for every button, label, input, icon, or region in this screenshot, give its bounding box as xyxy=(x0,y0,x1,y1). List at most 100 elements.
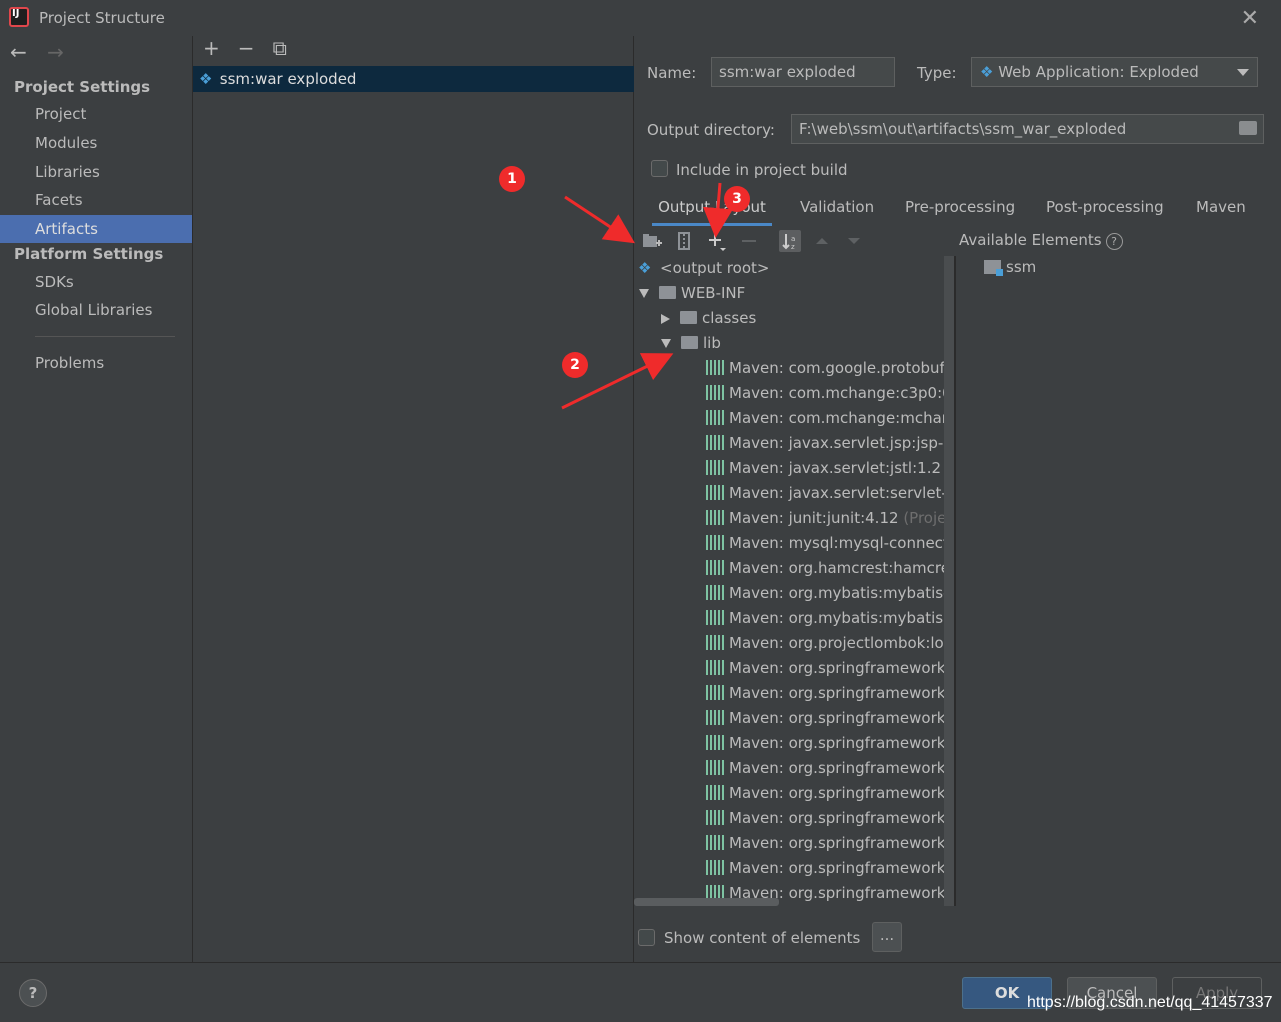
annotation-marker-3: 3 xyxy=(724,186,750,212)
library-icon xyxy=(706,785,724,800)
add-artifact-icon[interactable]: + xyxy=(203,36,233,60)
show-content-options-button[interactable]: ... xyxy=(872,922,902,952)
tree-node-classes[interactable]: classes xyxy=(661,306,756,331)
expand-arrow-icon[interactable] xyxy=(661,339,671,348)
type-combobox[interactable]: ❖ Web Application: Exploded xyxy=(971,57,1258,87)
expand-arrow-icon[interactable] xyxy=(639,289,649,298)
folder-icon xyxy=(681,336,698,349)
add-copy-icon[interactable] xyxy=(706,230,728,252)
lib-entry[interactable]: Maven: org.springframework:sp xyxy=(706,731,956,756)
include-in-build-checkbox[interactable] xyxy=(651,160,668,177)
lib-entry[interactable]: Maven: javax.servlet:jstl:1.2 (Pro xyxy=(706,456,956,481)
include-in-build-label: Include in project build xyxy=(676,161,848,179)
library-icon xyxy=(706,535,724,550)
library-icon xyxy=(706,385,724,400)
lib-entry[interactable]: Maven: org.springframework:sp xyxy=(706,781,956,806)
lib-entry[interactable]: Maven: junit:junit:4.12 (Project l xyxy=(706,506,956,531)
lib-entry-label: Maven: javax.servlet:servlet-api xyxy=(729,484,956,502)
move-up-icon[interactable] xyxy=(811,230,833,252)
lib-entry[interactable]: Maven: org.hamcrest:hamcrest- xyxy=(706,556,956,581)
copy-artifact-icon[interactable]: ⧉ xyxy=(273,36,303,60)
lib-entry[interactable]: Maven: org.mybatis:mybatis-sp xyxy=(706,581,956,606)
lib-entry[interactable]: Maven: org.springframework:sp xyxy=(706,856,956,881)
artifact-name: ssm:war exploded xyxy=(219,70,357,88)
artifact-list-item[interactable]: ❖ ssm:war exploded xyxy=(193,66,634,92)
sidebar-item-sdks[interactable]: SDKs xyxy=(0,268,192,296)
lib-entry-label: Maven: org.springframework:sp xyxy=(729,659,956,677)
library-icon xyxy=(706,360,724,375)
annotation-marker-1: 1 xyxy=(499,166,525,192)
chevron-down-icon xyxy=(1237,69,1249,76)
lib-entry-label: Maven: org.springframework:sp xyxy=(729,684,956,702)
lib-entry[interactable]: Maven: javax.servlet:servlet-api xyxy=(706,481,956,506)
lib-entry-label: Maven: javax.servlet.jsp:jsp-api: xyxy=(729,434,956,452)
lib-entry[interactable]: Maven: org.springframework:sp xyxy=(706,656,956,681)
move-down-icon[interactable] xyxy=(843,230,865,252)
svg-text:a: a xyxy=(791,235,795,243)
library-icon xyxy=(706,610,724,625)
sidebar-item-global-libraries[interactable]: Global Libraries xyxy=(0,296,192,324)
name-field[interactable]: ssm:war exploded xyxy=(711,57,895,87)
show-content-label: Show content of elements xyxy=(664,929,861,947)
remove-element-icon[interactable] xyxy=(738,230,760,252)
tree-vertical-scrollbar[interactable] xyxy=(944,256,954,906)
layout-toolbar: az xyxy=(634,228,954,254)
lib-entry[interactable]: Maven: org.projectlombok:lom xyxy=(706,631,956,656)
close-icon[interactable]: ✕ xyxy=(1241,6,1259,31)
library-icon xyxy=(706,510,724,525)
tree-node-web-inf[interactable]: WEB-INF xyxy=(639,281,745,306)
show-content-checkbox[interactable] xyxy=(638,929,655,946)
lib-entry[interactable]: Maven: mysql:mysql-connector xyxy=(706,531,956,556)
lib-entry[interactable]: Maven: org.mybatis:mybatis:3.5 xyxy=(706,606,956,631)
sidebar-item-libraries[interactable]: Libraries xyxy=(0,158,192,186)
svg-text:z: z xyxy=(791,243,795,251)
lib-entry-label: Maven: com.mchange:mchange xyxy=(729,409,956,427)
lib-entry-label: Maven: org.mybatis:mybatis:3.5 xyxy=(729,609,956,627)
tab-validation[interactable]: Validation xyxy=(800,196,874,226)
library-icon xyxy=(706,435,724,450)
help-icon[interactable]: ? xyxy=(1105,233,1123,250)
tree-horizontal-scrollbar[interactable] xyxy=(634,898,779,906)
lib-entry[interactable]: Maven: com.mchange:mchange xyxy=(706,406,956,431)
tab-maven[interactable]: Maven xyxy=(1196,196,1246,226)
tab-pre-processing[interactable]: Pre-processing xyxy=(905,196,1015,226)
lib-entry[interactable]: Maven: org.springframework:sp xyxy=(706,706,956,731)
sort-elements-icon[interactable]: az xyxy=(779,230,801,252)
lib-entry[interactable]: Maven: com.mchange:c3p0:0.9. xyxy=(706,381,956,406)
create-archive-icon[interactable] xyxy=(673,230,695,252)
web-artifact-icon: ❖ xyxy=(199,70,213,88)
sidebar-item-facets[interactable]: Facets xyxy=(0,186,192,214)
remove-artifact-icon[interactable]: − xyxy=(238,36,268,60)
browse-folder-icon[interactable] xyxy=(1239,121,1257,135)
create-directory-icon[interactable] xyxy=(641,230,663,252)
folder-icon xyxy=(680,311,697,324)
lib-entry[interactable]: Maven: org.springframework:sp xyxy=(706,806,956,831)
output-root-icon: ❖ xyxy=(638,259,652,277)
available-module-ssm[interactable]: ssm xyxy=(984,258,1036,276)
sidebar-item-modules[interactable]: Modules xyxy=(0,129,192,157)
window-title: Project Structure xyxy=(39,9,165,27)
panel-splitter[interactable] xyxy=(954,256,956,906)
sidebar-item-project[interactable]: Project xyxy=(0,100,192,128)
lib-entry[interactable]: Maven: com.google.protobuf:p xyxy=(706,356,956,381)
forward-arrow-icon[interactable]: → xyxy=(47,40,64,64)
library-icon xyxy=(706,660,724,675)
tab-post-processing[interactable]: Post-processing xyxy=(1046,196,1164,226)
collapse-arrow-icon[interactable] xyxy=(661,313,670,324)
tree-node-output-root[interactable]: ❖ <output root> xyxy=(638,256,769,281)
tab-output-layout[interactable]: Output Layout xyxy=(652,196,772,226)
back-arrow-icon[interactable]: ← xyxy=(10,40,27,64)
lib-entry[interactable]: Maven: org.springframework:sp xyxy=(706,831,956,856)
tree-node-lib[interactable]: lib xyxy=(661,331,721,356)
lib-entry[interactable]: Maven: javax.servlet.jsp:jsp-api: xyxy=(706,431,956,456)
lib-entry[interactable]: Maven: org.springframework:sp xyxy=(706,681,956,706)
lib-entry-label: Maven: org.springframework:sp xyxy=(729,759,956,777)
lib-entry[interactable]: Maven: org.springframework:sp xyxy=(706,756,956,781)
sidebar-item-problems[interactable]: Problems xyxy=(0,349,192,377)
library-icon xyxy=(706,635,724,650)
output-directory-field[interactable]: F:\web\ssm\out\artifacts\ssm_war_explode… xyxy=(791,114,1264,144)
lib-entry-label: Maven: mysql:mysql-connector xyxy=(729,534,956,552)
sidebar-item-artifacts[interactable]: Artifacts xyxy=(0,215,192,243)
help-button[interactable]: ? xyxy=(19,979,47,1007)
module-icon xyxy=(984,259,1003,276)
